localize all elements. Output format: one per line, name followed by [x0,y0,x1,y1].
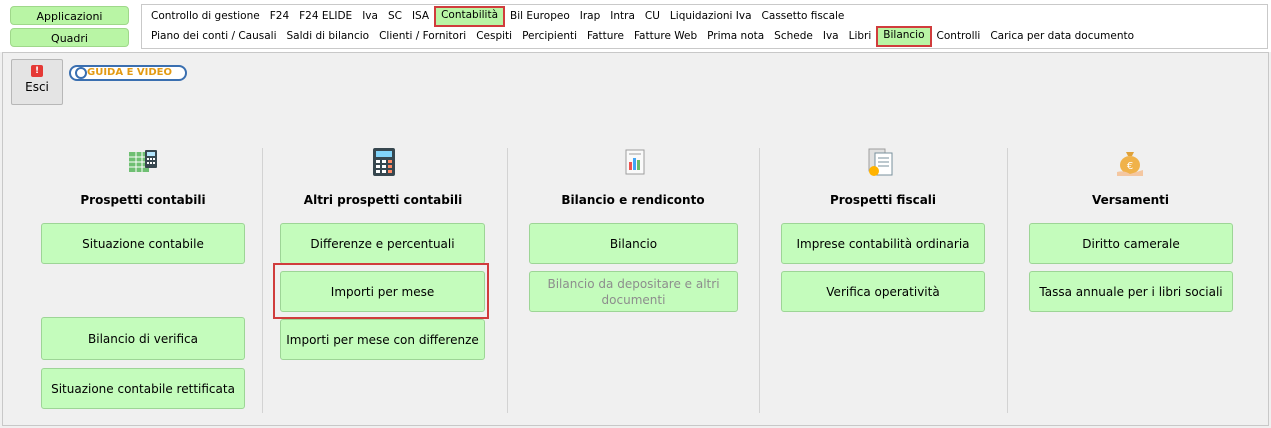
menu-item-fatture[interactable]: Fatture [582,27,629,46]
main-panel: ! Esci GUIDA E VIDEO Prospetti contabili… [2,52,1269,426]
differenze-e-percentuali-button[interactable]: Differenze e percentuali [280,223,485,264]
svg-text:€: € [1127,161,1133,172]
bilancio-button[interactable]: Bilancio [529,223,738,264]
guida-e-video-button[interactable]: GUIDA E VIDEO [69,65,187,81]
magnifier-icon [75,67,87,79]
importi-per-mese-con-differenze-button[interactable]: Importi per mese con differenze [280,319,485,360]
report-document-icon [619,146,651,178]
menu-row-applications: Controllo di gestione F24 F24 ELIDE Iva … [146,6,850,27]
menu-item-iva[interactable]: Iva [357,7,383,26]
column-divider [759,148,760,413]
quadri-button[interactable]: Quadri [10,28,129,47]
esci-label: Esci [25,80,49,94]
exit-icon: ! [31,65,43,77]
menu-item-cu[interactable]: CU [640,7,665,26]
menu-item-sc[interactable]: SC [383,7,407,26]
tassa-annuale-libri-sociali-button[interactable]: Tassa annuale per i libri sociali [1029,271,1233,312]
menu-item-saldi-di-bilancio[interactable]: Saldi di bilancio [282,27,375,46]
highlight-frame [273,263,489,319]
menu-item-cassetto-fiscale[interactable]: Cassetto fiscale [757,7,850,26]
menu-row-submodules: Piano dei conti / Causali Saldi di bilan… [146,26,1139,47]
menu-item-contabilita[interactable]: Contabilità [434,6,506,27]
situazione-contabile-rettificata-button[interactable]: Situazione contabile rettificata [41,368,245,409]
column-title-prospetti-fiscali: Prospetti fiscali [829,193,937,207]
calculator-icon [368,146,400,178]
menu-item-clienti-fornitori[interactable]: Clienti / Fornitori [374,27,471,46]
column-title-bilancio-e-rendiconto: Bilancio e rendiconto [561,193,705,207]
money-bag-icon: € [1114,146,1146,178]
guida-label: GUIDA E VIDEO [87,67,172,78]
column-divider [1007,148,1008,413]
column-divider [262,148,263,413]
menu-item-f24[interactable]: F24 [265,7,294,26]
imprese-contabilita-ordinaria-button[interactable]: Imprese contabilità ordinaria [781,223,985,264]
menu-item-prima-nota[interactable]: Prima nota [702,27,769,46]
diritto-camerale-button[interactable]: Diritto camerale [1029,223,1233,264]
menu-item-libri[interactable]: Libri [844,27,877,46]
column-title-prospetti-contabili: Prospetti contabili [80,193,206,207]
column-title-versamenti: Versamenti [1092,193,1169,207]
bilancio-da-depositare-button[interactable]: Bilancio da depositare e altri documenti [529,271,738,312]
module-menu: Controllo di gestione F24 F24 ELIDE Iva … [141,4,1268,49]
verifica-operativita-button[interactable]: Verifica operatività [781,271,985,312]
menu-item-controllo-di-gestione[interactable]: Controllo di gestione [146,7,265,26]
menu-item-controlli[interactable]: Controlli [932,27,986,46]
tax-documents-icon [865,146,897,178]
menu-item-fatture-web[interactable]: Fatture Web [629,27,702,46]
menu-item-iva-sub[interactable]: Iva [818,27,844,46]
menu-item-bilancio[interactable]: Bilancio [876,26,932,47]
menu-item-percipienti[interactable]: Percipienti [517,27,582,46]
menu-item-f24-elide[interactable]: F24 ELIDE [294,7,357,26]
menu-item-intra[interactable]: Intra [605,7,640,26]
applicazioni-button[interactable]: Applicazioni [10,6,129,25]
menu-item-piano-dei-conti[interactable]: Piano dei conti / Causali [146,27,282,46]
bilancio-di-verifica-button[interactable]: Bilancio di verifica [41,317,245,360]
menu-item-bil-europeo[interactable]: Bil Europeo [505,7,575,26]
top-navigation-bar: Applicazioni Quadri Controllo di gestion… [0,0,1271,52]
menu-item-carica-per-data-documento[interactable]: Carica per data documento [985,27,1139,46]
spreadsheet-calculator-icon [127,146,159,178]
column-title-altri-prospetti-contabili: Altri prospetti contabili [303,193,463,207]
menu-item-irap[interactable]: Irap [575,7,606,26]
menu-item-isa[interactable]: ISA [407,7,434,26]
menu-item-cespiti[interactable]: Cespiti [471,27,517,46]
menu-item-liquidazioni-iva[interactable]: Liquidazioni Iva [665,7,757,26]
menu-item-schede[interactable]: Schede [769,27,818,46]
column-divider [507,148,508,413]
esci-button[interactable]: ! Esci [11,59,63,105]
situazione-contabile-button[interactable]: Situazione contabile [41,223,245,264]
